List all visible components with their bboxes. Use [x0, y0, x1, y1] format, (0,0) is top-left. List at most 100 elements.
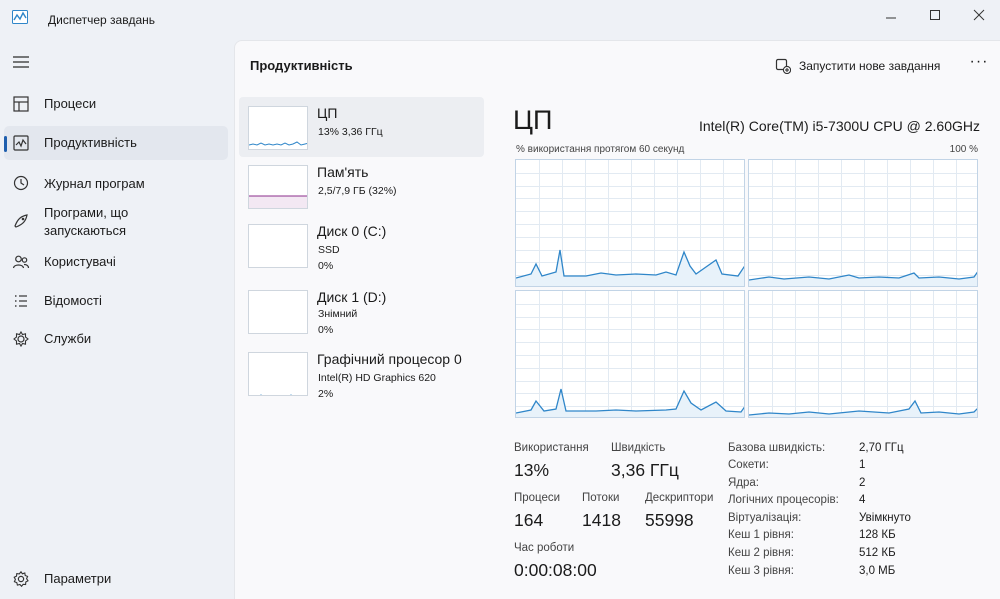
details-icon — [15, 295, 27, 307]
nav-label: Продуктивність — [44, 135, 137, 150]
close-button[interactable] — [956, 0, 1000, 30]
graph-caption: % використання протягом 60 секунд — [516, 144, 685, 155]
nav-label: Користувачі — [44, 254, 116, 269]
maximize-icon — [930, 10, 940, 20]
cores-label: Ядра: — [728, 477, 760, 489]
processes-label: Процеси — [514, 492, 561, 504]
l3-cache-label: Кеш 3 рівня: — [728, 565, 794, 577]
handles-value: 55998 — [645, 510, 694, 530]
processes-icon — [13, 96, 29, 112]
gear-icon — [13, 570, 29, 588]
app-history-icon — [13, 175, 29, 191]
cpu-graph-svg — [749, 160, 977, 286]
cores-value: 2 — [859, 477, 866, 489]
uptime-label: Час роботи — [514, 542, 575, 554]
cpu-heading: ЦП — [513, 105, 553, 135]
startup-apps-icon — [14, 214, 28, 228]
cpu-thumbnail — [248, 106, 308, 150]
l2-cache-label: Кеш 2 рівня: — [728, 547, 794, 559]
performance-icon — [13, 135, 29, 151]
cpu-graph-svg — [516, 160, 744, 286]
gpu-thumbnail — [248, 352, 308, 396]
graph-max-label: 100 % — [949, 144, 978, 155]
disk-thumbnail — [248, 290, 308, 334]
resource-item-memory[interactable]: Пам'ять 2,5/7,9 ГБ (32%) — [239, 156, 484, 216]
minimize-icon — [886, 17, 896, 19]
close-icon — [973, 9, 985, 21]
nav-item-details[interactable]: Відомості — [4, 284, 228, 318]
resource-type: SSD — [318, 244, 340, 256]
cpu-graph-core-1 — [748, 159, 978, 287]
virtualization-label: Віртуалізація: — [728, 512, 802, 524]
cpu-model: Intel(R) Core(TM) i5-7300U CPU @ 2.60GHz — [698, 118, 980, 134]
disk-thumbnail — [248, 224, 308, 268]
base-speed-value: 2,70 ГГц — [859, 442, 904, 454]
nav-item-performance[interactable]: Продуктивність — [4, 126, 228, 160]
gpu-thumbnail-graph — [259, 394, 293, 395]
nav-label: Служби — [44, 331, 92, 346]
resource-name: Диск 0 (C:) — [317, 223, 387, 239]
nav-label: Параметри — [44, 571, 112, 586]
base-speed-label: Базова швидкість: — [728, 442, 826, 454]
hamburger-menu-icon[interactable] — [12, 54, 30, 70]
nav-item-startup-apps[interactable]: Програми, що запускаються — [4, 200, 228, 242]
nav-label: Журнал програм — [44, 176, 145, 191]
run-new-task-button[interactable]: Запустити нове завдання — [775, 55, 940, 77]
resource-name: Пам'ять — [317, 164, 369, 180]
virtualization-value: Увімкнуто — [859, 512, 911, 524]
l3-cache-value: 3,0 МБ — [859, 565, 896, 577]
maximize-button[interactable] — [912, 0, 958, 30]
l1-cache-label: Кеш 1 рівня: — [728, 529, 794, 541]
sockets-value: 1 — [859, 459, 866, 471]
run-task-icon — [775, 58, 791, 74]
services-icon — [13, 330, 29, 348]
logical-processors-value: 4 — [859, 494, 866, 506]
resource-item-disk-0[interactable]: Диск 0 (C:) SSD 0% — [239, 215, 484, 275]
threads-label: Потоки — [582, 492, 620, 504]
nav-label: Відомості — [44, 293, 102, 308]
resource-usage: 2% — [318, 388, 334, 400]
resource-usage: 2,5/7,9 ГБ (32%) — [318, 185, 397, 197]
cpu-graph-svg — [749, 291, 977, 417]
cpu-graph-core-2 — [515, 290, 745, 418]
nav-item-processes[interactable]: Процеси — [4, 87, 228, 121]
memory-thumbnail — [248, 165, 308, 209]
uptime-value: 0:00:08:00 — [514, 560, 597, 580]
resource-item-gpu[interactable]: Графічний процесор 0 Intel(R) HD Graphic… — [239, 343, 484, 403]
minimize-button[interactable] — [868, 0, 914, 30]
window-title: Диспетчер завдань — [48, 13, 156, 27]
active-indicator — [4, 136, 7, 152]
cpu-thumbnail-graph — [249, 141, 307, 146]
nav-item-users[interactable]: Користувачі — [4, 245, 228, 279]
cpu-graph-core-3 — [748, 290, 978, 418]
usage-area — [749, 401, 977, 417]
nav-item-settings[interactable]: Параметри — [4, 562, 228, 596]
nav-item-services[interactable]: Служби — [4, 322, 228, 356]
speed-label: Швидкість — [611, 442, 666, 454]
resource-usage: 0% — [318, 324, 334, 336]
nav-item-app-history[interactable]: Журнал програм — [4, 166, 228, 200]
users-icon — [12, 255, 30, 269]
threads-value: 1418 — [582, 510, 621, 530]
processes-value: 164 — [514, 510, 544, 530]
nav-label: Процеси — [44, 96, 97, 111]
resource-name: ЦП — [317, 105, 338, 121]
more-icon: ··· — [969, 53, 989, 70]
resource-adapter: Intel(R) HD Graphics 620 — [318, 372, 436, 384]
usage-value: 13% — [514, 460, 550, 480]
resource-name: Графічний процесор 0 — [317, 351, 462, 367]
cpu-graph-core-0 — [515, 159, 745, 287]
handles-label: Дескриптори — [645, 492, 714, 504]
logical-processors-label: Логічних процесорів: — [728, 494, 839, 506]
cpu-graph-svg — [516, 291, 744, 417]
l1-cache-value: 128 КБ — [859, 529, 896, 541]
more-options-button[interactable]: ··· — [965, 53, 993, 77]
task-manager-icon — [12, 10, 28, 24]
resource-item-cpu[interactable]: ЦП 13% 3,36 ГГц — [239, 97, 484, 157]
main-panel: Продуктивність Запустити нове завдання ·… — [234, 40, 1000, 599]
resource-type: Знімний — [318, 308, 358, 320]
speed-value: 3,36 ГГц — [611, 460, 679, 480]
resource-item-disk-1[interactable]: Диск 1 (D:) Знімний 0% — [239, 281, 484, 341]
sockets-label: Сокети: — [728, 459, 769, 471]
page-title: Продуктивність — [250, 58, 353, 73]
